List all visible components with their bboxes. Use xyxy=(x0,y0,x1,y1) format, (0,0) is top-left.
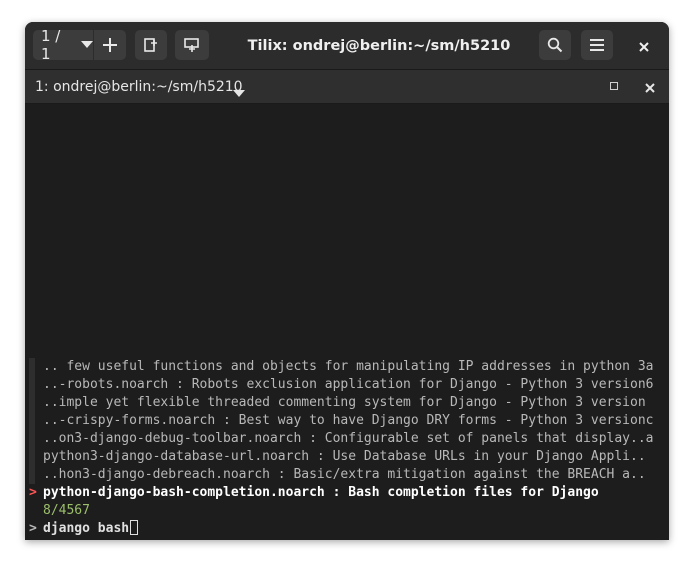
search-button[interactable] xyxy=(539,30,571,60)
maximize-icon[interactable] xyxy=(610,82,618,90)
fzf-result-line: ..on3-django-debug-toolbar.noarch : Conf… xyxy=(43,431,654,446)
chevron-down-icon xyxy=(81,41,93,49)
search-icon xyxy=(547,37,563,53)
headerbar: 1 / 1 Tilix: ondrej@berlin:~/sm/h5210 xyxy=(25,22,669,70)
fzf-query-input[interactable]: django bash xyxy=(43,520,669,538)
fzf-match-count: 8/4567 xyxy=(43,503,90,518)
terminal-titlebar: 1: ondrej@berlin:~/sm/h5210 xyxy=(25,70,669,104)
fzf-gutter xyxy=(29,394,35,412)
sessions-label: 1 / 1 xyxy=(41,27,61,63)
fzf-gutter xyxy=(29,358,35,376)
split-down-button[interactable] xyxy=(175,30,209,60)
fzf-selected-line: python-django-bash-completion.noarch : B… xyxy=(43,485,599,500)
tilix-window: 1 / 1 Tilix: ondrej@berlin:~/sm/h5210 1:… xyxy=(25,22,669,540)
fzf-gutter xyxy=(29,376,35,394)
fzf-prompt-marker: > xyxy=(29,521,37,536)
chevron-down-icon[interactable] xyxy=(233,83,245,102)
terminal-title[interactable]: 1: ondrej@berlin:~/sm/h5210 xyxy=(35,70,243,104)
fzf-result-line: python3-django-database-url.noarch : Use… xyxy=(43,449,646,464)
fzf-gutter xyxy=(29,448,35,466)
sessions-button[interactable]: 1 / 1 xyxy=(33,27,93,63)
split-right-button[interactable] xyxy=(135,30,167,60)
add-session-button[interactable] xyxy=(94,30,126,60)
fzf-query-text: django bash xyxy=(43,521,130,536)
fzf-selection-marker: > xyxy=(29,485,37,500)
window-title: Tilix: ondrej@berlin:~/sm/h5210 xyxy=(247,38,511,54)
terminal-view[interactable]: .. few useful functions and objects for … xyxy=(25,104,669,540)
terminal-close-icon[interactable] xyxy=(643,80,657,94)
fzf-gutter xyxy=(29,430,35,448)
fzf-result-line: ..-robots.noarch : Robots exclusion appl… xyxy=(43,377,654,392)
fzf-result-line: ..imple yet flexible threaded commenting… xyxy=(43,395,646,410)
fzf-result-line: ..hon3-django-debreach.noarch : Basic/ex… xyxy=(43,467,646,482)
fzf-result-line: .. few useful functions and objects for … xyxy=(43,359,654,374)
hamburger-menu-icon xyxy=(589,38,605,52)
close-icon xyxy=(639,37,649,56)
fzf-result-line: ..-crispy-forms.noarch : Best way to hav… xyxy=(43,413,654,428)
fzf-gutter xyxy=(29,466,35,484)
split-vertical-icon xyxy=(183,37,201,53)
plus-icon xyxy=(102,37,118,53)
window-close-button[interactable] xyxy=(633,35,655,57)
menu-button[interactable] xyxy=(581,30,613,60)
fzf-gutter xyxy=(29,412,35,430)
text-cursor xyxy=(130,520,139,535)
split-horizontal-icon xyxy=(143,37,159,53)
